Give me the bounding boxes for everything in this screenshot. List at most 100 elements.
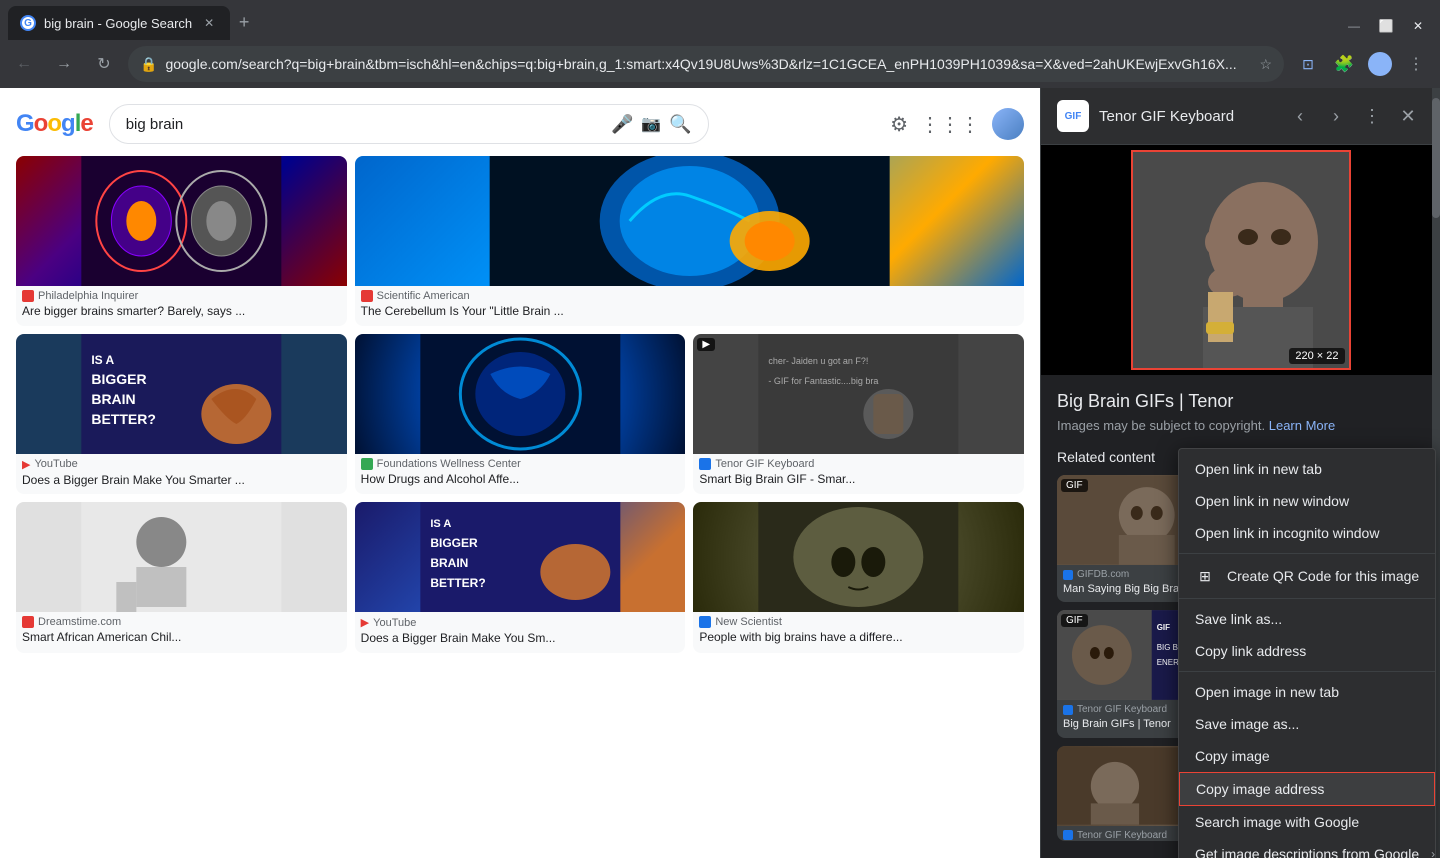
ctx-open-incognito[interactable]: Open link in incognito window [1179, 517, 1435, 549]
header-actions: ⚙ ⋮⋮⋮ [890, 108, 1024, 140]
submenu-arrow: › [1431, 847, 1435, 858]
context-menu: Open link in new tab Open link in new wi… [1178, 448, 1436, 858]
detail-site-name: Tenor GIF Keyboard [1099, 108, 1274, 125]
svg-text:GIF: GIF [1157, 623, 1170, 632]
list-item[interactable]: ▶ cher- Jaiden u got an F?! - GIF for Fa… [693, 334, 1024, 495]
source-name: Philadelphia Inquirer [38, 290, 138, 302]
image-title: Does a Bigger Brain Make You Sm... [355, 629, 686, 653]
ctx-copy-link[interactable]: Copy link address [1179, 635, 1435, 667]
star-icon: ☆ [1259, 56, 1272, 73]
svg-text:BIGGER: BIGGER [430, 536, 478, 550]
list-item[interactable]: IS A BIGGER BRAIN BETTER? ▶ YouTube Does… [355, 502, 686, 653]
maximize-button[interactable]: ⬜ [1372, 16, 1400, 36]
camera-icon[interactable]: 📷 [641, 114, 661, 134]
source-badge [22, 616, 34, 628]
svg-text:BETTER?: BETTER? [91, 411, 156, 427]
ctx-item-text: Save link as... [1195, 611, 1419, 627]
list-item[interactable]: Foundations Wellness Center How Drugs an… [355, 334, 686, 495]
source-badge [699, 616, 711, 628]
new-tab-button[interactable]: + [230, 8, 258, 36]
ctx-open-new-window[interactable]: Open link in new window [1179, 485, 1435, 517]
ctx-copy-image[interactable]: Copy image [1179, 740, 1435, 772]
source-name: New Scientist [715, 616, 782, 628]
ctx-item-text: Get image descriptions from Google [1195, 846, 1419, 858]
svg-text:BRAIN: BRAIN [91, 391, 135, 407]
active-tab[interactable]: G big brain - Google Search ✕ [8, 6, 230, 40]
svg-text:BRAIN: BRAIN [430, 556, 468, 570]
search-input[interactable] [126, 116, 603, 133]
list-item[interactable]: Philadelphia Inquirer Are bigger brains … [16, 156, 347, 326]
reload-button[interactable]: ↻ [88, 48, 120, 80]
image-source: New Scientist [693, 612, 1024, 628]
tab-title: big brain - Google Search [44, 16, 192, 31]
ctx-item-text: Open image in new tab [1195, 684, 1419, 700]
ctx-open-new-tab[interactable]: Open link in new tab [1179, 453, 1435, 485]
ctx-save-image[interactable]: Save image as... [1179, 708, 1435, 740]
search-bar[interactable]: 🎤 📷 🔍 [109, 104, 709, 144]
ctx-get-descriptions[interactable]: Get image descriptions from Google › [1179, 838, 1435, 858]
apps-icon[interactable]: ⋮⋮⋮ [920, 112, 980, 137]
source-icon [1063, 570, 1073, 580]
source-name: Foundations Wellness Center [377, 458, 521, 470]
image-title: Are bigger brains smarter? Barely, says … [16, 302, 347, 326]
ctx-search-image[interactable]: Search image with Google [1179, 806, 1435, 838]
list-item[interactable]: IS A BIGGER BRAIN BETTER? ▶ YouTube Does… [16, 334, 347, 495]
image-size-badge: 220 × 22 [1289, 348, 1344, 364]
close-button[interactable]: ✕ [1404, 16, 1432, 36]
ctx-item-text: Copy link address [1195, 643, 1419, 659]
image-source: Foundations Wellness Center [355, 454, 686, 470]
content-area: Google 🎤 📷 🔍 ⚙ ⋮⋮⋮ [0, 88, 1440, 858]
image-title: Smart Big Brain GIF - Smar... [693, 470, 1024, 494]
image-thumbnail [16, 502, 347, 612]
search-submit-icon[interactable]: 🔍 [669, 114, 691, 135]
ctx-create-qr[interactable]: ⊞ Create QR Code for this image [1179, 558, 1435, 594]
tab-bar: G big brain - Google Search ✕ + — ⬜ ✕ [0, 0, 1440, 40]
list-item[interactable]: New Scientist People with big brains hav… [693, 502, 1024, 653]
gif-badge: ▶ [697, 338, 715, 351]
source-badge [22, 290, 34, 302]
microphone-icon[interactable]: 🎤 [611, 114, 633, 135]
profile-button[interactable] [1364, 48, 1396, 80]
user-avatar[interactable] [992, 108, 1024, 140]
minimize-button[interactable]: — [1340, 16, 1368, 36]
google-header: Google 🎤 📷 🔍 ⚙ ⋮⋮⋮ [16, 96, 1024, 156]
source-name: Scientific American [377, 290, 470, 302]
settings-icon[interactable]: ⚙ [890, 112, 908, 137]
ctx-copy-image-address[interactable]: Copy image address [1179, 772, 1435, 806]
extensions-button[interactable]: 🧩 [1328, 48, 1360, 80]
detail-copyright: Images may be subject to copyright. Lear… [1057, 418, 1424, 433]
back-button[interactable]: ← [8, 48, 40, 80]
gif-label-badge: GIF [1061, 614, 1088, 627]
tab-close-button[interactable]: ✕ [200, 14, 218, 32]
ctx-item-text: Open link in new tab [1195, 461, 1419, 477]
menu-button[interactable]: ⋮ [1400, 48, 1432, 80]
ctx-item-text: Save image as... [1195, 716, 1419, 732]
image-title: The Cerebellum Is Your "Little Brain ... [355, 302, 1024, 326]
image-thumbnail: IS A BIGGER BRAIN BETTER? [16, 334, 347, 454]
ctx-separator [1179, 553, 1435, 554]
prev-image-button[interactable]: ‹ [1284, 100, 1316, 132]
forward-button[interactable]: → [48, 48, 80, 80]
ctx-save-link[interactable]: Save link as... [1179, 603, 1435, 635]
list-item[interactable]: Dreamstime.com Smart African American Ch… [16, 502, 347, 653]
detail-title: Big Brain GIFs | Tenor [1057, 391, 1424, 412]
cast-button[interactable]: ⊡ [1292, 48, 1324, 80]
address-bar[interactable]: 🔒 google.com/search?q=big+brain&tbm=isch… [128, 46, 1284, 82]
image-title: People with big brains have a differe... [693, 628, 1024, 652]
next-image-button[interactable]: › [1320, 100, 1352, 132]
source-badge [361, 290, 373, 302]
learn-more-link[interactable]: Learn More [1269, 418, 1335, 433]
source-icon [1063, 705, 1073, 715]
image-source: Scientific American [355, 286, 1024, 302]
list-item[interactable]: Scientific American The Cerebellum Is Yo… [355, 156, 1024, 326]
lock-icon: 🔒 [140, 56, 157, 73]
image-title: Smart African American Chil... [16, 628, 347, 652]
ctx-item-text: Create QR Code for this image [1227, 568, 1419, 584]
svg-text:cher- Jaiden u got an F?!: cher- Jaiden u got an F?! [769, 356, 869, 366]
toolbar-actions: ⊡ 🧩 ⋮ [1292, 48, 1432, 80]
ctx-open-image-tab[interactable]: Open image in new tab [1179, 676, 1435, 708]
scrollbar-thumb[interactable] [1432, 98, 1440, 218]
close-detail-button[interactable]: ✕ [1392, 100, 1424, 132]
source-badge [699, 458, 711, 470]
more-options-button[interactable]: ⋮ [1356, 100, 1388, 132]
